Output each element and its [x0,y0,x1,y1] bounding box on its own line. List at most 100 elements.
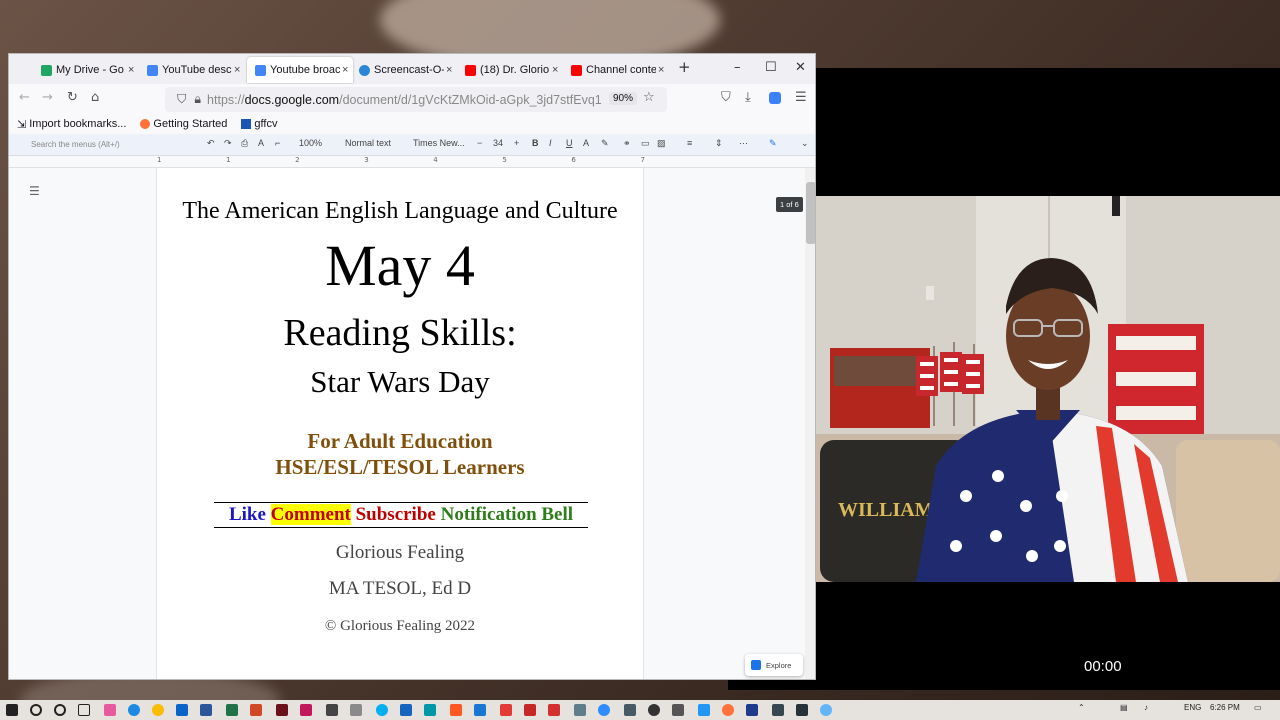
home-icon[interactable]: ⌂ [91,90,99,105]
link-icon[interactable]: ⚭ [623,138,631,149]
app-icon[interactable] [746,704,758,716]
tab-youtube-description[interactable]: YouTube desc × [139,57,245,83]
back-icon[interactable]: ← [19,90,30,105]
tab-youtube-broadcast[interactable]: Youtube broac × [247,57,353,83]
paint-format-icon[interactable]: ⌐ [275,138,280,148]
outlook-icon[interactable] [176,704,188,716]
firefox-icon[interactable] [722,704,734,716]
line-spacing-icon[interactable]: ⇕ [715,138,723,149]
chevron-up-icon[interactable]: ⌃ [1078,703,1085,712]
app-icon[interactable] [104,704,116,716]
network-icon[interactable]: ▤ [1120,703,1128,712]
app-icon[interactable] [400,704,412,716]
task-view-icon[interactable] [78,704,90,716]
tab-screencast[interactable]: Screencast-O- × [351,57,457,83]
bookmark-getting-started[interactable]: Getting Started [140,118,227,130]
close-icon[interactable]: × [446,64,452,76]
zoom-select[interactable]: 100% [299,138,322,148]
clock[interactable]: 6:26 PM [1210,703,1240,712]
menu-search-input[interactable]: Search the menus (Alt+/) [25,137,197,153]
forward-icon[interactable]: → [42,90,53,105]
notification-icon[interactable]: ▭ [1254,703,1262,712]
volume-icon[interactable]: ♪ [1144,703,1148,712]
chrome-icon[interactable] [152,704,164,716]
app-icon[interactable] [624,704,636,716]
app-icon[interactable] [548,704,560,716]
bookmark-import[interactable]: ⇲ Import bookmarks... [17,118,126,131]
maximize-icon[interactable]: ☐ [765,60,777,75]
tab-channel-content[interactable]: Channel conte × [563,57,669,83]
screencast-icon[interactable] [820,704,832,716]
cortana-icon[interactable] [54,704,66,716]
pocket-icon[interactable]: ⛉ [721,90,731,105]
bookmark-star-icon[interactable]: ☆ [643,90,655,105]
new-tab-button[interactable]: + [678,58,691,76]
increase-font-size-icon[interactable]: + [514,138,519,148]
highlight-icon[interactable]: ✎ [601,138,609,149]
more-icon[interactable]: ⋯ [739,138,748,149]
url-bar[interactable]: ⛉ 🔒︎ https:// docs.google.com /document/… [165,87,667,112]
document-page[interactable]: The American English Language and Cultur… [156,168,644,679]
app-icon[interactable] [424,704,436,716]
app-icon[interactable] [276,704,288,716]
reload-icon[interactable]: ↻ [67,90,78,105]
underline-icon[interactable]: U [566,138,573,148]
outline-icon[interactable]: ☰ [29,184,40,198]
app-icon[interactable] [796,704,808,716]
scrollbar-thumb[interactable] [806,182,815,244]
app-icon[interactable] [698,704,710,716]
skype-icon[interactable] [376,704,388,716]
tab-my-drive[interactable]: My Drive - Go × [33,57,139,83]
app-icon[interactable] [450,704,462,716]
close-icon[interactable]: × [234,64,240,76]
redo-icon[interactable]: ↷ [224,138,232,149]
zoom-app-icon[interactable] [598,704,610,716]
tab-youtube-channel[interactable]: (18) Dr. Glorio × [457,57,563,83]
search-icon[interactable] [30,704,42,716]
italic-icon[interactable]: I [549,138,552,148]
close-window-icon[interactable]: ✕ [795,60,806,75]
settings-icon[interactable] [648,704,660,716]
app-icon[interactable] [300,704,312,716]
text-color-icon[interactable]: A [583,138,589,148]
app-icon[interactable] [772,704,784,716]
zoom-level-badge[interactable]: 90% [609,92,638,105]
word-icon[interactable] [200,704,212,716]
undo-icon[interactable]: ↶ [207,138,215,149]
excel-icon[interactable] [226,704,238,716]
font-select[interactable]: Times New... [413,138,465,148]
camera-icon[interactable] [672,704,684,716]
chevron-up-icon[interactable]: ⌄ [801,138,809,149]
comment-icon[interactable]: ▭ [641,138,650,149]
app-icon[interactable] [574,704,586,716]
powerpoint-icon[interactable] [250,704,262,716]
edge-icon[interactable] [128,704,140,716]
editing-mode-icon[interactable]: ✎ [769,138,777,149]
language-indicator[interactable]: ENG [1184,703,1201,712]
app-icon[interactable] [326,704,338,716]
app-icon[interactable] [500,704,512,716]
close-icon[interactable]: × [658,64,664,76]
extension-icon[interactable] [769,92,781,104]
decrease-font-size-icon[interactable]: − [477,138,482,148]
bold-icon[interactable]: B [532,138,539,148]
align-icon[interactable]: ≡ [687,138,692,148]
app-icon[interactable] [350,704,362,716]
font-size-input[interactable]: 34 [493,138,503,148]
downloads-icon[interactable]: ⤓ [745,90,751,105]
scrollbar[interactable] [805,168,815,679]
explore-button[interactable]: Explore [745,654,803,676]
menu-icon[interactable]: ☰ [795,90,807,105]
minimize-icon[interactable]: – [734,60,741,75]
close-icon[interactable]: × [552,64,558,76]
style-select[interactable]: Normal text [345,138,391,148]
windows-start-icon[interactable] [6,704,18,716]
print-icon[interactable]: ⎙ [241,138,248,149]
app-icon[interactable] [524,704,536,716]
close-icon[interactable]: × [342,64,348,76]
close-icon[interactable]: × [128,64,134,76]
image-icon[interactable]: ▨ [657,138,666,149]
bookmark-gffcv[interactable]: gffcv [241,118,277,130]
app-icon[interactable] [474,704,486,716]
spellcheck-icon[interactable]: A [258,138,264,148]
